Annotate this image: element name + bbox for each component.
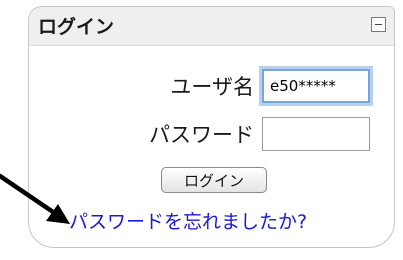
arrow-icon <box>0 173 70 224</box>
